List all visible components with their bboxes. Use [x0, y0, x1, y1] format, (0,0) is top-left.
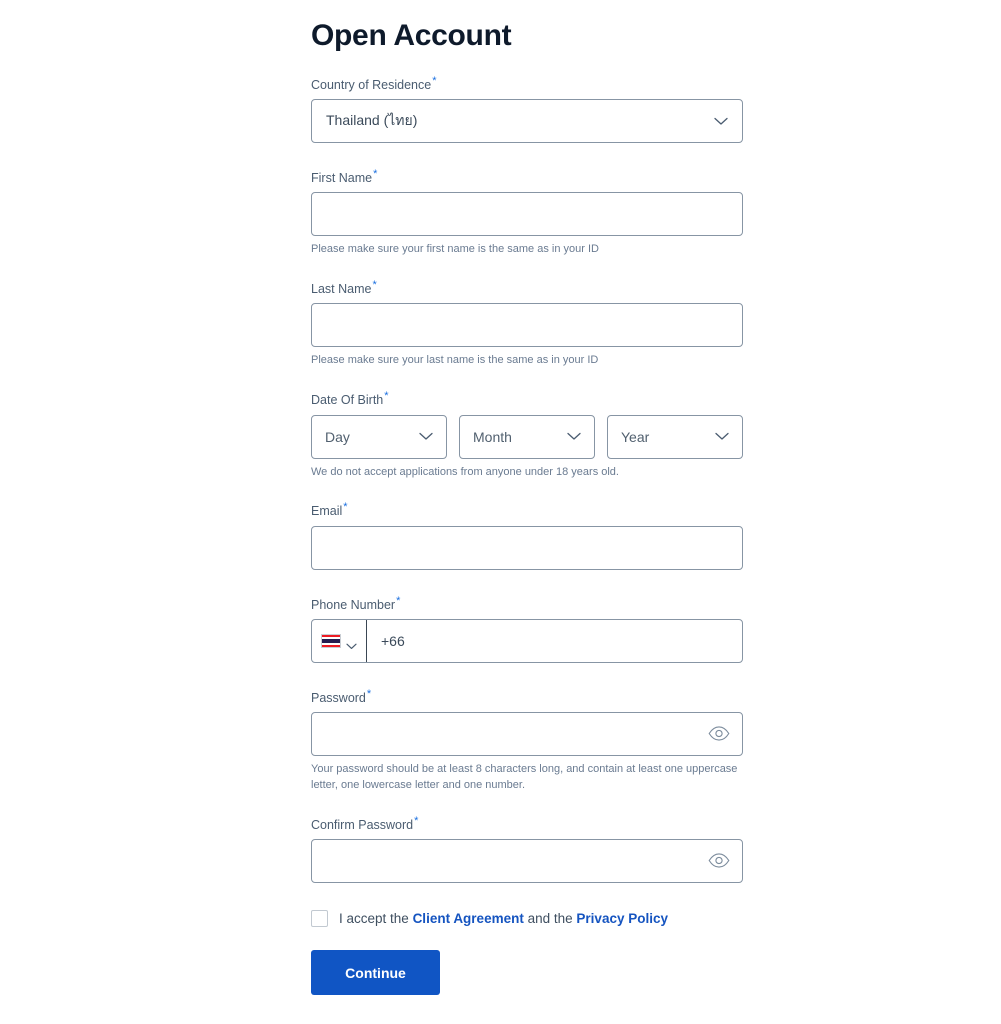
required-asterisk: *: [414, 814, 419, 827]
confirm-password-input[interactable]: [311, 838, 743, 883]
phone-number-input-value: +66: [381, 632, 405, 649]
select-birth-day-value: Day: [325, 428, 350, 445]
first-name-input[interactable]: [311, 192, 743, 237]
registration-form: Open Account Country of Residence* Thail…: [311, 18, 743, 996]
field-date-of-birth: Date Of Birth* Day Month Year We do not …: [311, 391, 743, 480]
label-date-of-birth-text: Date Of Birth: [311, 393, 384, 408]
chevron-down-icon: [715, 432, 729, 441]
chevron-down-icon: [419, 432, 433, 441]
page-title: Open Account: [311, 19, 512, 52]
required-asterisk: *: [373, 168, 378, 181]
field-email: Email*: [311, 502, 743, 570]
accept-terms-checkbox[interactable]: [311, 910, 328, 928]
field-phone-number: Phone Number* +66: [311, 594, 743, 663]
select-country-of-residence-value: Thailand (ไทย): [326, 112, 418, 129]
helper-date-of-birth: We do not accept applications from anyon…: [311, 465, 619, 478]
required-asterisk: *: [366, 687, 372, 700]
label-confirm-password: Confirm Password*: [311, 814, 743, 833]
eye-icon[interactable]: [708, 850, 730, 872]
required-asterisk: *: [396, 594, 401, 607]
chevron-down-icon: [567, 432, 581, 441]
password-input[interactable]: [311, 711, 743, 756]
field-confirm-password: Confirm Password*: [311, 814, 743, 883]
label-phone-number: Phone Number*: [311, 594, 743, 613]
select-birth-day[interactable]: Day: [311, 414, 447, 459]
open-account-page: Open Account Country of Residence* Thail…: [0, 0, 1001, 1024]
select-birth-month[interactable]: Month: [459, 414, 595, 459]
field-country-of-residence: Country of Residence* Thailand (ไทย): [311, 76, 743, 144]
chevron-down-icon: [714, 117, 728, 126]
field-password: Password* Your password should be at lea…: [311, 687, 743, 794]
helper-first-name: Please make sure your first name is the …: [311, 243, 599, 256]
select-birth-year-value: Year: [621, 428, 650, 445]
phone-country-selector[interactable]: [312, 619, 367, 662]
helper-last-name: Please make sure your last name is the s…: [311, 354, 599, 367]
continue-button[interactable]: Continue: [311, 950, 440, 996]
client-agreement-link[interactable]: Client Agreement: [413, 911, 524, 926]
thailand-flag-icon: [321, 633, 341, 648]
label-confirm-password-text: Confirm Password: [311, 817, 414, 832]
required-asterisk: *: [384, 390, 389, 403]
field-first-name: First Name* Please make sure your first …: [311, 169, 743, 258]
required-asterisk: *: [343, 501, 348, 514]
eye-icon[interactable]: [708, 723, 730, 745]
consent-label: I accept the Client Agreement and the Pr…: [339, 910, 668, 928]
label-email-text: Email: [311, 504, 343, 519]
required-asterisk: *: [432, 75, 437, 87]
consent-text-middle: and the: [527, 910, 573, 926]
label-last-name-text: Last Name: [311, 282, 372, 297]
label-country-of-residence: Country of Residence*: [311, 76, 743, 93]
consent-text-before: I accept the: [339, 910, 409, 926]
select-country-of-residence[interactable]: Thailand (ไทย): [311, 99, 743, 144]
select-birth-month-value: Month: [473, 428, 512, 445]
label-password: Password*: [311, 687, 743, 706]
consent-row: I accept the Client Agreement and the Pr…: [311, 910, 743, 928]
label-password-text: Password: [311, 690, 366, 705]
select-birth-year[interactable]: Year: [607, 414, 743, 459]
phone-number-input[interactable]: +66: [367, 620, 742, 662]
privacy-policy-link[interactable]: Privacy Policy: [576, 911, 668, 926]
label-first-name-text: First Name: [311, 171, 373, 186]
last-name-input[interactable]: [311, 303, 743, 348]
date-of-birth-row: Day Month Year: [311, 414, 743, 459]
helper-password: Your password should be at least 8 chara…: [311, 762, 738, 791]
email-input[interactable]: [311, 525, 743, 570]
label-date-of-birth: Date Of Birth*: [311, 391, 743, 408]
required-asterisk: *: [372, 279, 377, 292]
label-phone-number-text: Phone Number: [311, 597, 396, 612]
label-last-name: Last Name*: [311, 280, 743, 297]
label-first-name: First Name*: [311, 169, 743, 186]
label-country-of-residence-text: Country of Residence: [311, 78, 432, 93]
phone-number-group: +66: [311, 618, 743, 663]
label-email: Email*: [311, 502, 743, 519]
field-last-name: Last Name* Please make sure your last na…: [311, 280, 743, 369]
chevron-down-icon: [346, 637, 357, 650]
